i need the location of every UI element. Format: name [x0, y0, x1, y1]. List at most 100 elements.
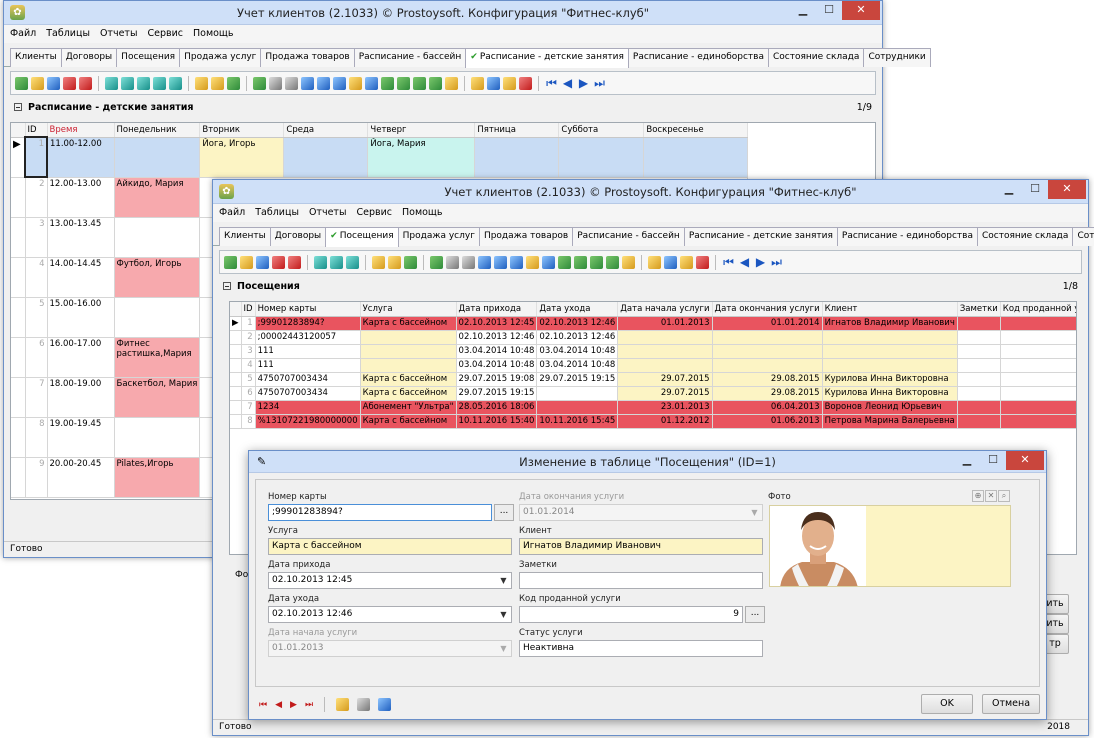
cell-monday[interactable]: Pilates,Игорь — [114, 457, 201, 498]
cell-id[interactable]: 6 — [25, 337, 48, 378]
col-time[interactable]: Время — [47, 123, 115, 138]
table-row[interactable]: 2 ;00002443120057 02.10.2013 12:46 02.10.20… — [230, 330, 1076, 345]
service-status-input[interactable]: Неактивна — [519, 640, 763, 657]
photo-zoom-icon[interactable]: ⌕ — [998, 490, 1010, 502]
card-browse-button[interactable]: ... — [494, 504, 514, 521]
tab-schedule-kids[interactable]: Расписание - детские занятия — [683, 227, 838, 246]
cell-service[interactable]: Абонемент "Ультра" — [360, 400, 457, 415]
cell-notes[interactable] — [957, 344, 1001, 359]
cell-client[interactable]: Курилова Инна Викторовна — [822, 372, 958, 387]
next-record-icon[interactable]: ▶ — [754, 256, 767, 269]
notes-input[interactable] — [519, 572, 763, 589]
cell-date-out[interactable]: 03.04.2014 10:48 — [536, 358, 619, 373]
cell-time[interactable]: 16.00-17.00 — [47, 337, 115, 378]
cell-service-code[interactable] — [1000, 330, 1076, 345]
cell-date-in[interactable]: 29.07.2015 19:08 — [456, 372, 538, 387]
last-record-icon[interactable]: ⏭ — [770, 256, 783, 269]
cell-monday[interactable] — [114, 217, 201, 258]
cell-id[interactable]: 1 — [241, 316, 256, 331]
cell-time[interactable]: 15.00-16.00 — [47, 297, 115, 338]
cell-client[interactable]: Воронов Леонид Юрьевич — [822, 400, 958, 415]
columns-icon[interactable] — [487, 76, 500, 90]
table-icon[interactable] — [590, 255, 603, 269]
lightning-icon[interactable] — [519, 76, 532, 90]
cell-id[interactable]: 2 — [241, 330, 256, 345]
date-in-input[interactable]: 02.10.2013 12:45 ▼ — [268, 572, 512, 589]
cell-monday[interactable] — [114, 137, 201, 178]
cell-service[interactable]: Карта с бассейном — [360, 414, 457, 429]
print-icon[interactable] — [462, 255, 475, 269]
cell-service-code[interactable]: 22 — [1000, 372, 1076, 387]
table-row[interactable]: 3 111 03.04.2014 10:48 03.04.2014 10:48 — [230, 344, 1076, 359]
preview-icon[interactable] — [301, 76, 314, 90]
filter-add-icon[interactable] — [121, 76, 134, 90]
cell-notes[interactable] — [957, 358, 1001, 373]
edit-icon[interactable] — [240, 255, 253, 269]
prev-record-icon[interactable]: ◀ — [561, 77, 574, 90]
tab-warehouse[interactable]: Состояние склада — [768, 48, 865, 67]
filter-icon[interactable] — [314, 255, 327, 269]
tab-contracts[interactable]: Договоры — [60, 48, 118, 67]
import-icon[interactable] — [574, 255, 587, 269]
cell-card[interactable]: 111 — [255, 344, 361, 359]
cell-friday[interactable] — [474, 137, 560, 178]
collapse-icon[interactable] — [14, 103, 22, 111]
cell-id[interactable]: 3 — [25, 217, 48, 258]
cell-id[interactable]: 9 — [25, 457, 48, 498]
tab-clients[interactable]: Клиенты — [10, 48, 62, 67]
filter-add-icon[interactable] — [330, 255, 343, 269]
col-wednesday[interactable]: Среда — [283, 123, 369, 138]
cell-monday[interactable]: Футбол, Игорь — [114, 257, 201, 298]
cell-monday[interactable]: Баскетбол, Мария — [114, 377, 201, 418]
cell-service-end[interactable]: 29.08.2015 — [712, 372, 823, 387]
cell-notes[interactable] — [957, 400, 1001, 415]
last-record-icon[interactable]: ⏭ — [593, 77, 606, 90]
cell-time[interactable]: 20.00-20.45 — [47, 457, 115, 498]
cell-card[interactable]: 4750707003434 — [255, 386, 361, 401]
cell-monday[interactable]: Фитнес растишка,Мария — [114, 337, 201, 378]
col-date-out[interactable]: Дата ухода — [536, 302, 619, 317]
find-icon[interactable] — [446, 255, 459, 269]
minimize-button[interactable]: ▁ — [954, 451, 980, 470]
cell-id[interactable]: 8 — [25, 417, 48, 458]
close-button[interactable]: ✕ — [1006, 451, 1044, 470]
col-sunday[interactable]: Воскресенье — [643, 123, 749, 138]
cancel-button[interactable]: Отмена — [982, 694, 1040, 714]
print-record-icon[interactable] — [378, 698, 392, 711]
cell-service-code[interactable]: 22 — [1000, 386, 1076, 401]
cell-service-start[interactable]: 23.01.2013 — [617, 400, 713, 415]
cell-id[interactable]: 3 — [241, 344, 256, 359]
col-client[interactable]: Клиент — [822, 302, 958, 317]
cell-card[interactable]: %13107221980000000 — [255, 414, 361, 429]
report-icon[interactable] — [494, 255, 507, 269]
cell-service-end[interactable] — [712, 330, 823, 345]
filter-list-icon[interactable] — [388, 255, 401, 269]
cell-date-in[interactable]: 02.10.2013 12:45 — [456, 316, 538, 331]
cell-time[interactable]: 13.00-13.45 — [47, 217, 115, 258]
cell-service-end[interactable]: 06.04.2013 — [712, 400, 823, 415]
cell-service-start[interactable]: 29.07.2015 — [617, 386, 713, 401]
menu-tables[interactable]: Таблицы — [46, 28, 90, 40]
cell-service-end[interactable] — [712, 344, 823, 359]
col-notes[interactable]: Заметки — [957, 302, 1001, 317]
tab-visits[interactable]: Посещения — [116, 48, 181, 67]
cell-service-end[interactable]: 01.01.2014 — [712, 316, 823, 331]
sql-icon[interactable] — [404, 255, 417, 269]
cell-date-in[interactable]: 28.05.2016 18:06 — [456, 400, 538, 415]
cell-date-in[interactable]: 10.11.2016 15:40 — [456, 414, 538, 429]
cell-client[interactable] — [822, 358, 958, 373]
cell-card[interactable]: ;99901283894? — [255, 316, 361, 331]
cell-id[interactable]: 8 — [241, 414, 256, 429]
cell-notes[interactable] — [957, 330, 1001, 345]
dialog-titlebar[interactable]: ✎ Изменение в таблице "Посещения" (ID=1)… — [249, 451, 1046, 473]
maximize-button[interactable]: ☐ — [980, 451, 1006, 470]
cell-service-end[interactable] — [712, 358, 823, 373]
cell-card[interactable]: 4750707003434 — [255, 372, 361, 387]
cell-client[interactable] — [822, 344, 958, 359]
table-row[interactable]: 6 4750707003434 Карта с бассейном 29.07.201… — [230, 386, 1076, 401]
filter-list-icon[interactable] — [211, 76, 224, 90]
table-row[interactable]: 4 111 03.04.2014 10:48 03.04.2014 10:48 — [230, 358, 1076, 373]
cell-service[interactable]: Карта с бассейном — [360, 316, 457, 331]
filter-remove-icon[interactable] — [346, 255, 359, 269]
menu-file[interactable]: Файл — [219, 207, 245, 219]
